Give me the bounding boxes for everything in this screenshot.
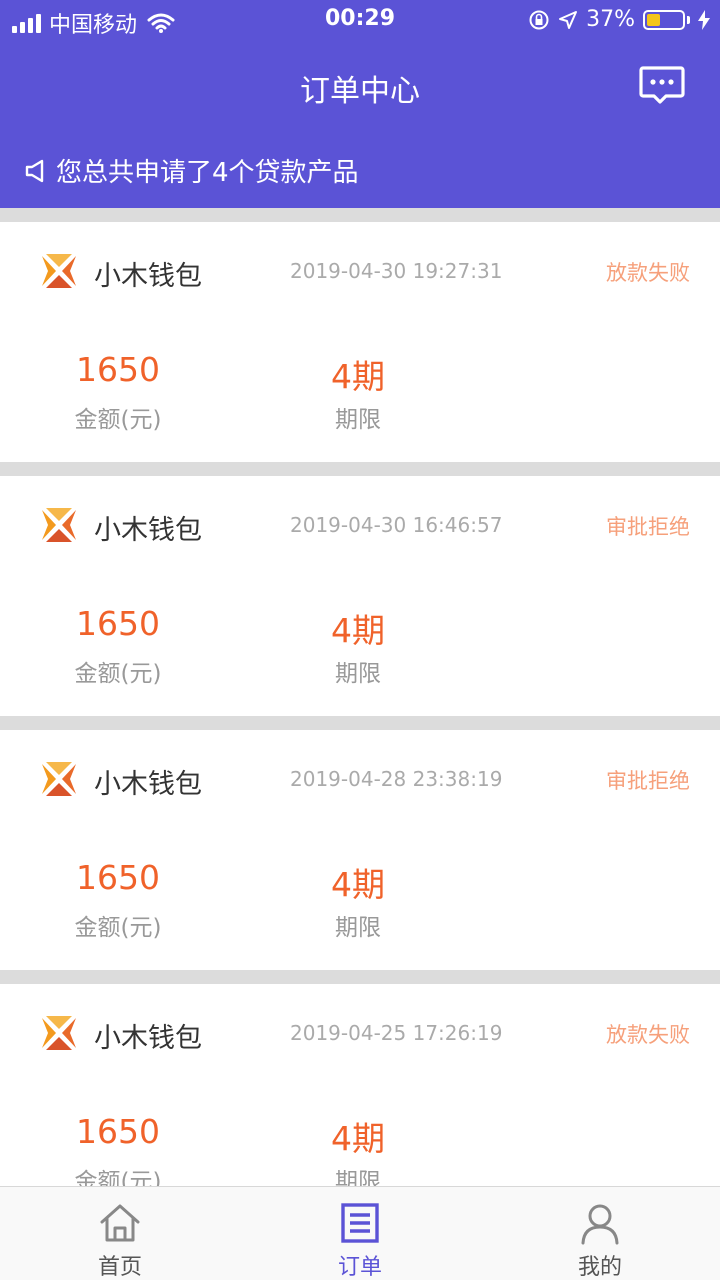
order-term: 4期	[331, 865, 385, 904]
tab-orders[interactable]: 订单	[240, 1187, 480, 1281]
tab-label: 我的	[577, 1255, 622, 1280]
term-label: 期限	[335, 915, 381, 941]
order-amount: 1650	[76, 858, 160, 897]
term-label: 期限	[335, 407, 381, 433]
order-card[interactable]: 小木钱包 2019-04-25 17:26:19 放款失败 1650 金额(元)…	[0, 984, 720, 1186]
product-name: 小木钱包	[94, 261, 202, 292]
charging-icon	[698, 9, 710, 30]
order-status: 放款失败	[606, 261, 690, 285]
order-list-icon	[341, 1203, 379, 1243]
tab-label: 首页	[97, 1255, 142, 1280]
xiaomu-logo-icon	[42, 254, 76, 288]
notice-banner: 您总共申请了4个贷款产品	[24, 152, 359, 189]
xiaomu-logo-icon	[42, 762, 76, 796]
message-button[interactable]	[638, 62, 686, 110]
tab-mine[interactable]: 我的	[480, 1187, 720, 1281]
tab-home[interactable]: 首页	[0, 1187, 240, 1281]
order-term: 4期	[331, 1119, 385, 1158]
amount-label: 金额(元)	[74, 1169, 162, 1186]
orientation-lock-icon	[529, 10, 549, 29]
order-term: 4期	[331, 357, 385, 396]
tab-label: 订单	[337, 1255, 382, 1280]
term-label: 期限	[335, 661, 381, 687]
header-bar: 中国移动 00:29 37% 订单中心 您总共申请了4个贷款产品	[0, 0, 720, 208]
home-icon	[100, 1204, 140, 1242]
battery-icon	[643, 9, 685, 30]
order-time: 2019-04-30 16:46:57	[290, 513, 503, 537]
amount-label: 金额(元)	[74, 661, 162, 687]
page-title: 订单中心	[300, 74, 420, 109]
order-card[interactable]: 小木钱包 2019-04-30 19:27:31 放款失败 1650 金额(元)…	[0, 222, 720, 462]
order-status: 审批拒绝	[606, 515, 690, 539]
product-name: 小木钱包	[94, 515, 202, 546]
order-term: 4期	[331, 611, 385, 650]
term-label: 期限	[335, 1169, 381, 1186]
notice-text: 您总共申请了4个贷款产品	[56, 158, 359, 188]
order-list: 小木钱包 2019-04-30 19:27:31 放款失败 1650 金额(元)…	[0, 208, 720, 1186]
order-amount: 1650	[76, 604, 160, 643]
order-amount: 1650	[76, 1112, 160, 1151]
order-amount: 1650	[76, 350, 160, 389]
order-status: 审批拒绝	[606, 769, 690, 793]
order-time: 2019-04-30 19:27:31	[290, 259, 503, 283]
order-time: 2019-04-25 17:26:19	[290, 1021, 503, 1045]
order-status: 放款失败	[606, 1023, 690, 1047]
xiaomu-logo-icon	[42, 1016, 76, 1050]
location-icon	[559, 10, 578, 29]
status-bar: 中国移动 00:29 37%	[0, 0, 720, 40]
battery-percent: 37%	[586, 7, 635, 32]
product-name: 小木钱包	[94, 1023, 202, 1054]
amount-label: 金额(元)	[74, 915, 162, 941]
chat-bubble-icon	[639, 66, 685, 104]
product-name: 小木钱包	[94, 769, 202, 800]
order-card[interactable]: 小木钱包 2019-04-30 16:46:57 审批拒绝 1650 金额(元)…	[0, 476, 720, 716]
user-icon	[581, 1204, 619, 1245]
tab-bar: 首页 订单 我的	[0, 1186, 720, 1280]
order-card[interactable]: 小木钱包 2019-04-28 23:38:19 审批拒绝 1650 金额(元)…	[0, 730, 720, 970]
megaphone-icon	[25, 159, 44, 182]
order-time: 2019-04-28 23:38:19	[290, 767, 503, 791]
amount-label: 金额(元)	[74, 407, 162, 433]
xiaomu-logo-icon	[42, 508, 76, 542]
